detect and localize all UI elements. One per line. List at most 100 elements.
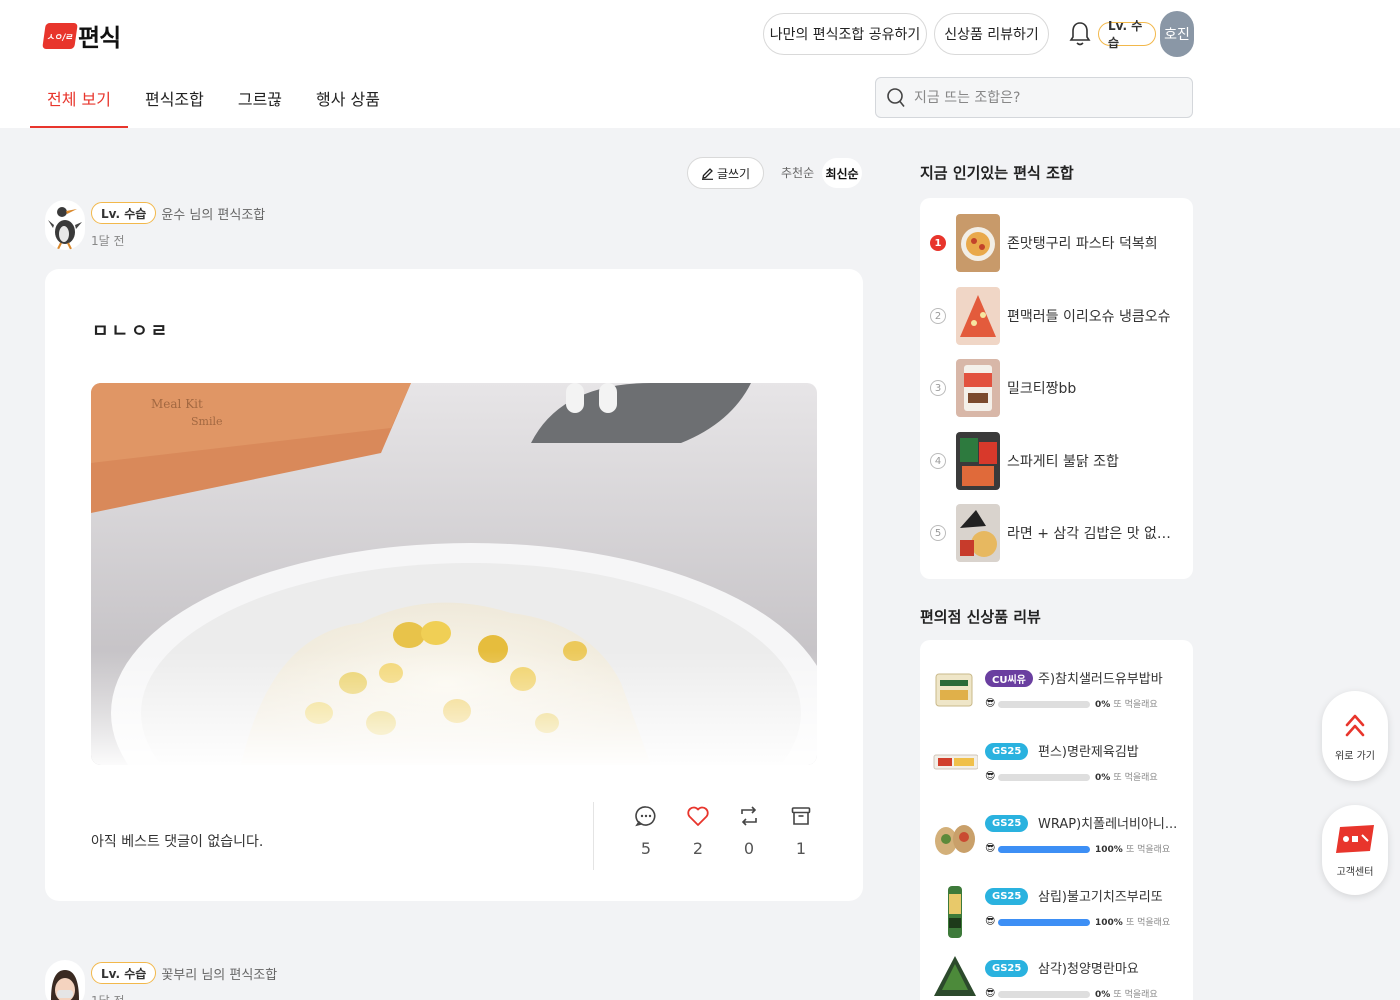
search-input[interactable] [914, 89, 1174, 106]
share-count: 0 [743, 839, 755, 858]
sort-latest[interactable]: 최신순 [822, 158, 862, 188]
tab-event-products[interactable]: 행사 상품 [299, 68, 397, 128]
review-percent: 100% 또 먹을래요 [1095, 915, 1170, 928]
popular-name: 밀크티짱bb [1007, 381, 1077, 397]
write-post-button[interactable]: 글쓰기 [687, 157, 764, 189]
store-badge: GS25 [985, 743, 1029, 760]
double-chevron-up-icon [1345, 714, 1365, 736]
post-author: Lv. 수습 윤수 님의 편식조합 1달 전 [45, 200, 265, 250]
author-avatar[interactable] [45, 960, 85, 1000]
product-name: 주)참치샐러드유부밥바 [1038, 672, 1163, 687]
review-percent: 0% 또 먹을래요 [1095, 987, 1158, 1000]
popular-list: 1 존맛탱구리 파스타 덕복희 2 편맥러들 이리오슈 냉큼오슈 3 밀크티짱b… [920, 198, 1193, 579]
review-new-product-button[interactable]: 신상품 리뷰하기 [934, 13, 1049, 55]
review-item[interactable]: CU씨유 주)참치샐러드유부밥바 😎 0% 또 먹을래요 [932, 664, 1187, 724]
share-combo-button[interactable]: 나만의 편식조합 공유하기 [763, 13, 927, 55]
post-author: Lv. 수습 꽃부리 님의 편식조합 1달 전 [45, 960, 277, 1000]
product-name: WRAP)치폴레너비아니... [1038, 817, 1178, 832]
author-name[interactable]: 꽃부리 님의 편식조합 [161, 964, 277, 983]
popular-thumbnail [956, 504, 1000, 562]
share-stat[interactable]: 0 [729, 805, 769, 858]
review-percent-suffix: 또 먹을래요 [1125, 918, 1171, 928]
logo[interactable]: ㅅㅇ/ㄹ 편식 [42, 18, 121, 53]
customer-center-button[interactable]: 고객센터 [1322, 805, 1388, 895]
popular-title: 지금 인기있는 편식 조합 [920, 164, 1074, 182]
popular-item[interactable]: 3 밀크티짱bb [930, 359, 1185, 417]
product-name: 삼각)청양명란마요 [1038, 962, 1139, 977]
review-thumbnail [935, 673, 973, 707]
save-stat[interactable]: 1 [781, 805, 821, 858]
product-name: 삼립)불고기치즈부리또 [1038, 890, 1163, 905]
popular-thumbnail [956, 287, 1000, 345]
search-box [875, 77, 1193, 118]
store-badge: GS25 [985, 888, 1029, 905]
best-comment-empty: 아직 베스트 댓글이 없습니다. [91, 834, 264, 850]
review-percent-value: 0% [1095, 990, 1111, 1000]
review-item[interactable]: GS25 삼립)불고기치즈부리또 😎 100% 또 먹을래요 [932, 882, 1187, 942]
comment-stat[interactable]: 5 [626, 805, 666, 858]
post-time: 1달 전 [91, 992, 277, 1000]
popular-item[interactable]: 1 존맛탱구리 파스타 덕복희 [930, 214, 1185, 272]
rank-number: 3 [930, 380, 946, 396]
search-icon [887, 87, 905, 107]
pencil-icon [701, 167, 713, 180]
popular-name: 스파게티 불닭 조합 [1007, 454, 1119, 470]
tab-bowl[interactable]: 그르끊 [221, 68, 299, 128]
archive-icon [791, 807, 811, 825]
popular-thumbnail [956, 432, 1000, 490]
review-item[interactable]: GS25 WRAP)치폴레너비아니... 😎 100% 또 먹을래요 [932, 809, 1187, 869]
post-card[interactable]: ㅁㄴㅇㄹ Meal Kit Smile [45, 269, 863, 901]
tab-all[interactable]: 전체 보기 [30, 68, 128, 128]
like-stat[interactable]: 2 [678, 805, 718, 858]
popular-item[interactable]: 4 스파게티 불닭 조합 [930, 432, 1185, 490]
sunglasses-icon: 😎 [985, 988, 996, 999]
popular-name: 편맥러들 이리오슈 냉큼오슈 [1007, 309, 1171, 325]
sort-recommend[interactable]: 추천순 [781, 164, 814, 181]
post-photo[interactable]: Meal Kit Smile [91, 383, 817, 765]
review-bar-fill [998, 846, 1090, 853]
logo-text: 편식 [78, 24, 121, 52]
review-item[interactable]: GS25 편스)명란제육김밥 😎 0% 또 먹을래요 [932, 737, 1187, 797]
review-thumbnail [933, 754, 978, 770]
review-percent-value: 0% [1095, 700, 1111, 710]
review-bar [998, 774, 1090, 781]
review-bar-fill [998, 919, 1090, 926]
comment-count: 5 [640, 839, 652, 858]
popular-thumbnail [956, 214, 1000, 272]
bell-icon[interactable] [1068, 20, 1092, 48]
author-level-badge: Lv. 수습 [91, 202, 157, 224]
product-name: 편스)명란제육김밥 [1038, 745, 1139, 760]
popular-item[interactable]: 5 라면 + 삼각 김밥은 맛 없을 수... [930, 504, 1185, 562]
review-item[interactable]: GS25 삼각)청양명란마요 😎 0% 또 먹을래요 [932, 954, 1187, 1000]
user-avatar[interactable]: 호진 [1160, 11, 1194, 57]
write-post-label: 글쓰기 [716, 166, 751, 181]
popular-thumbnail [956, 359, 1000, 417]
review-percent: 100% 또 먹을래요 [1095, 842, 1170, 855]
popular-item[interactable]: 2 편맥러들 이리오슈 냉큼오슈 [930, 287, 1185, 345]
post-time: 1달 전 [91, 234, 125, 248]
review-percent: 0% 또 먹을래요 [1095, 770, 1158, 783]
review-percent-suffix: 또 먹을래요 [1113, 990, 1158, 1000]
review-bar [998, 846, 1090, 853]
review-bar [998, 919, 1090, 926]
repost-icon [741, 806, 757, 826]
rank-number: 2 [930, 308, 946, 324]
post-title: ㅁㄴㅇㄹ [92, 321, 171, 342]
author-name[interactable]: 윤수 님의 편식조합 [161, 204, 265, 223]
review-title: 편의점 신상품 리뷰 [920, 608, 1041, 626]
store-badge: CU씨유 [985, 670, 1033, 687]
scroll-top-button[interactable]: 위로 가기 [1322, 691, 1388, 781]
sunglasses-icon: 😎 [985, 916, 996, 927]
customer-center-icon [1336, 824, 1374, 853]
user-level-badge: Lv. 수습 [1098, 19, 1156, 50]
tab-combo[interactable]: 편식조합 [128, 68, 221, 128]
review-percent-value: 100% [1095, 918, 1123, 928]
author-avatar[interactable] [45, 200, 85, 250]
review-thumbnail [934, 956, 976, 996]
main-nav: 전체 보기 편식조합 그르끊 행사 상품 [30, 68, 397, 128]
review-percent-suffix: 또 먹을래요 [1125, 845, 1171, 855]
customer-center-label: 고객센터 [1336, 866, 1374, 878]
comment-icon [635, 806, 656, 827]
sunglasses-icon: 😎 [985, 843, 996, 854]
save-count: 1 [795, 839, 807, 858]
